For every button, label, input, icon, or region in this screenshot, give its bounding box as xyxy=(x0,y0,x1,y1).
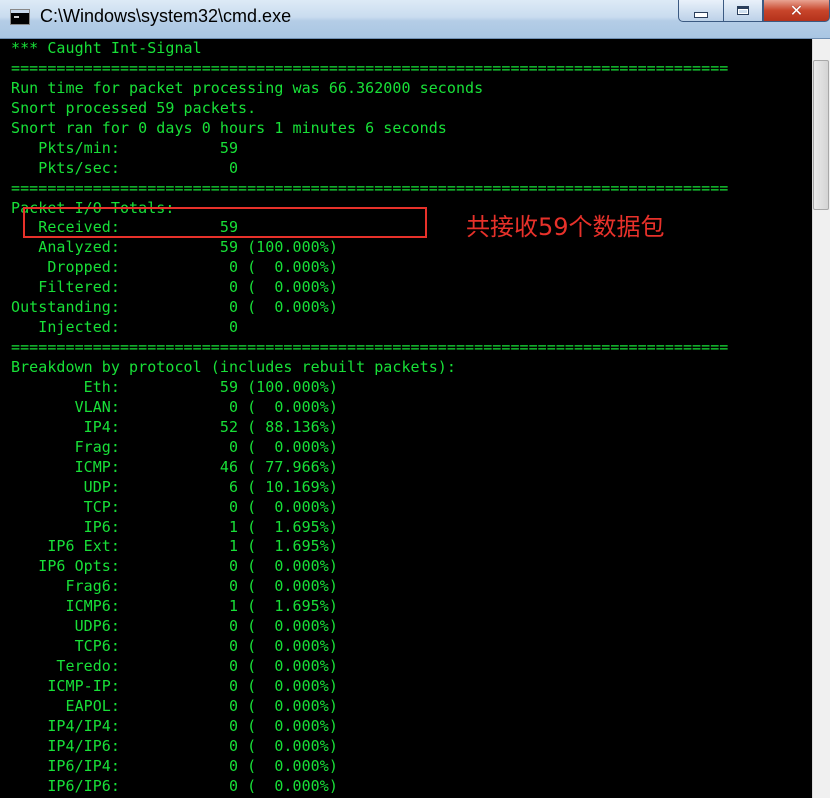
received-highlight-box xyxy=(23,207,427,238)
console-line: ========================================… xyxy=(11,178,729,197)
console-line: ICMP: 46 ( 77.966%) xyxy=(11,457,338,476)
console-line: Injected: 0 xyxy=(11,318,239,337)
title-bar[interactable]: C:\Windows\system32\cmd.exe ✕ xyxy=(0,0,830,39)
scrollbar-thumb[interactable] xyxy=(813,60,829,210)
console-line: VLAN: 0 ( 0.000%) xyxy=(11,397,338,416)
console-line: Teredo: 0 ( 0.000%) xyxy=(11,657,338,676)
maximize-button[interactable] xyxy=(723,0,763,22)
close-button[interactable]: ✕ xyxy=(763,0,830,22)
console-line: IP4: 52 ( 88.136%) xyxy=(11,417,338,436)
console-line: UDP6: 0 ( 0.000%) xyxy=(11,617,338,636)
console-line: ICMP6: 1 ( 1.695%) xyxy=(11,597,338,616)
console-line: Filtered: 0 ( 0.000%) xyxy=(11,278,338,297)
annotation-label: 共接收59个数据包 xyxy=(466,213,665,241)
console-output[interactable]: *** Caught Int-Signal ===================… xyxy=(0,39,830,798)
console-line: Eth: 59 (100.000%) xyxy=(11,377,338,396)
console-line: Outstanding: 0 ( 0.000%) xyxy=(11,298,338,317)
console-line: Snort processed 59 packets. xyxy=(11,98,257,117)
console-line: Run time for packet processing was 66.36… xyxy=(11,78,484,97)
console-line: IP4/IP6: 0 ( 0.000%) xyxy=(11,736,338,755)
console-line: Dropped: 0 ( 0.000%) xyxy=(11,258,338,277)
console-line: UDP: 6 ( 10.169%) xyxy=(11,477,338,496)
console-line: Frag: 0 ( 0.000%) xyxy=(11,437,338,456)
console-line: EAPOL: 0 ( 0.000%) xyxy=(11,696,338,715)
console-line: IP6 Ext: 1 ( 1.695%) xyxy=(11,537,338,556)
console-line: ========================================… xyxy=(11,58,729,77)
console-line: Pkts/sec: 0 xyxy=(11,158,239,177)
console-line: IP6 Opts: 0 ( 0.000%) xyxy=(11,557,338,576)
console-line: Snort ran for 0 days 0 hours 1 minutes 6… xyxy=(11,118,447,137)
console-line: ========================================… xyxy=(11,338,729,357)
maximize-icon xyxy=(737,6,749,15)
cmd-window: C:\Windows\system32\cmd.exe ✕ *** Caught… xyxy=(0,0,830,798)
cmd-console-icon[interactable] xyxy=(10,9,30,25)
window-title: C:\Windows\system32\cmd.exe xyxy=(40,6,292,26)
console-line: IP6/IP4: 0 ( 0.000%) xyxy=(11,756,338,775)
minimize-icon xyxy=(694,11,708,18)
console-line: *** Caught Int-Signal xyxy=(11,39,202,57)
console-line: Breakdown by protocol (includes rebuilt … xyxy=(11,358,456,376)
console-line: ICMP-IP: 0 ( 0.000%) xyxy=(11,677,338,695)
console-lines: *** Caught Int-Signal ===================… xyxy=(11,39,728,797)
close-icon: ✕ xyxy=(789,0,804,20)
console-line: IP6: 1 ( 1.695%) xyxy=(11,517,338,536)
console-line: TCP6: 0 ( 0.000%) xyxy=(11,637,338,656)
console-line: Pkts/min: 59 xyxy=(11,138,239,157)
console-line: IP4/IP4: 0 ( 0.000%) xyxy=(11,716,338,735)
console-line: IP6/IP6: 0 ( 0.000%) xyxy=(11,776,338,795)
minimize-button[interactable] xyxy=(678,0,724,22)
console-line: TCP: 0 ( 0.000%) xyxy=(11,497,338,516)
console-line: Frag6: 0 ( 0.000%) xyxy=(11,577,338,596)
